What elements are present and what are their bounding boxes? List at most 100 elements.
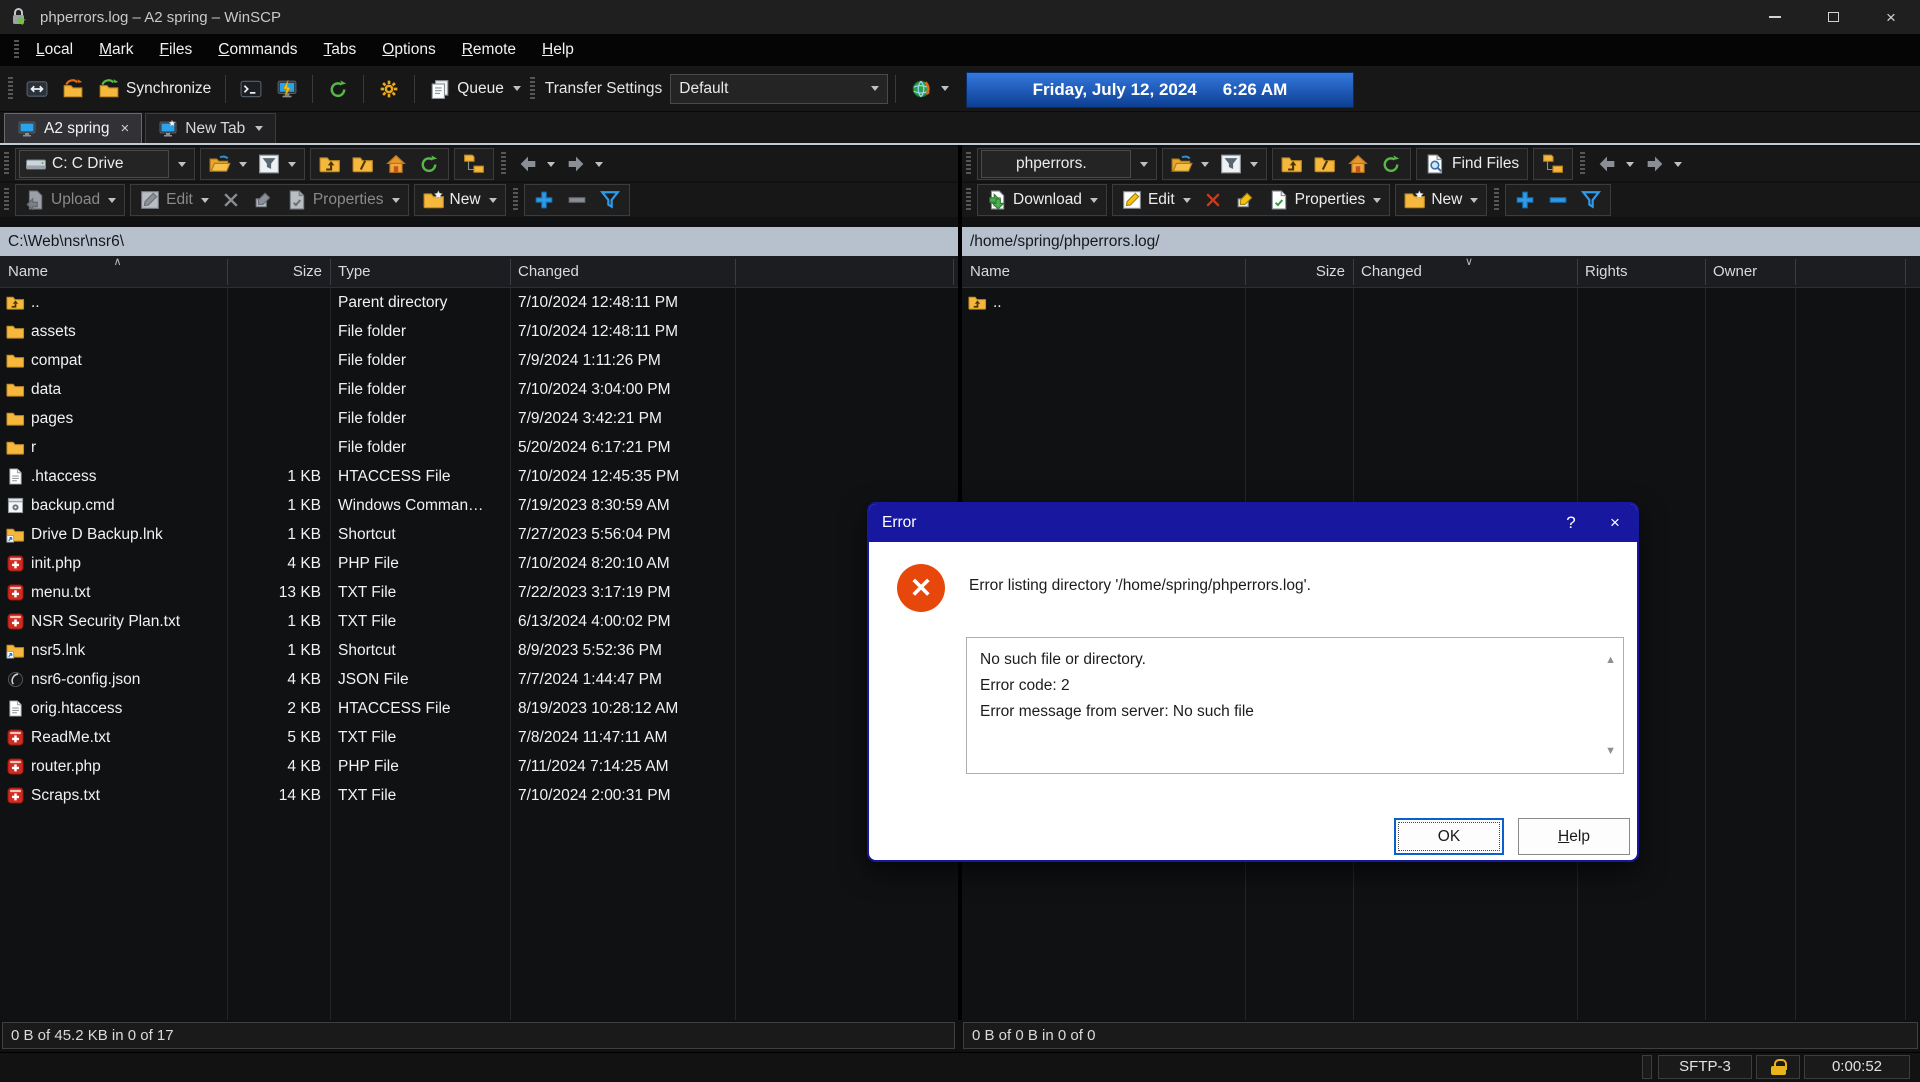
transfer-mode-button[interactable] bbox=[903, 73, 956, 105]
preferences-button[interactable] bbox=[371, 73, 407, 105]
toolbar-grip[interactable] bbox=[1494, 188, 1499, 212]
menu-item-options[interactable]: Options bbox=[369, 34, 448, 66]
table-row[interactable]: ..Parent directory7/10/2024 12:48:11 PM bbox=[0, 288, 958, 317]
toolbar-grip[interactable] bbox=[1580, 152, 1585, 176]
delete-button[interactable] bbox=[215, 186, 247, 214]
protocol-cell[interactable]: SFTP-3 bbox=[1658, 1055, 1752, 1079]
toolbar-grip[interactable] bbox=[4, 152, 9, 176]
queue-button[interactable]: Queue bbox=[422, 73, 528, 105]
minimize-button[interactable] bbox=[1746, 0, 1804, 34]
toolbar-grip[interactable] bbox=[4, 188, 9, 212]
unselect-files-button[interactable] bbox=[561, 186, 593, 214]
table-row[interactable]: dataFile folder7/10/2024 3:04:00 PM bbox=[0, 375, 958, 404]
menu-item-remote[interactable]: Remote bbox=[449, 34, 529, 66]
scroll-up-icon[interactable]: ▲ bbox=[1605, 647, 1616, 673]
parent-directory-button[interactable] bbox=[1276, 150, 1308, 178]
root-directory-button[interactable] bbox=[347, 150, 379, 178]
tab-new-tab[interactable]: New Tab bbox=[145, 113, 276, 143]
table-row[interactable]: menu.txt13 KBTXT File7/22/2023 3:17:19 P… bbox=[0, 578, 958, 607]
filter-button[interactable] bbox=[253, 150, 301, 178]
table-row[interactable]: .htaccess1 KBHTACCESS File7/10/2024 12:4… bbox=[0, 462, 958, 491]
table-row[interactable]: router.php4 KBPHP File7/11/2024 7:14:25 … bbox=[0, 752, 958, 781]
dialog-close-button[interactable]: × bbox=[1593, 504, 1637, 542]
column-header-size[interactable]: Size bbox=[1245, 256, 1353, 288]
close-tab-icon[interactable]: × bbox=[120, 120, 129, 137]
menu-item-files[interactable]: Files bbox=[147, 34, 206, 66]
open-terminal-button[interactable] bbox=[233, 73, 269, 105]
properties-button[interactable]: Properties bbox=[281, 186, 405, 214]
remote-path-bar[interactable]: /home/spring/phperrors.log/ bbox=[962, 227, 1920, 256]
root-directory-button[interactable] bbox=[1309, 150, 1341, 178]
forward-button[interactable] bbox=[560, 150, 608, 178]
toolbar-grip[interactable] bbox=[501, 152, 506, 176]
table-row[interactable]: orig.htaccess2 KBHTACCESS File8/19/2023 … bbox=[0, 694, 958, 723]
table-row[interactable]: Drive D Backup.lnk1 KBShortcut7/27/2023 … bbox=[0, 520, 958, 549]
table-row[interactable]: nsr5.lnk1 KBShortcut8/9/2023 5:52:36 PM bbox=[0, 636, 958, 665]
toolbar-grip[interactable] bbox=[8, 77, 13, 101]
column-header-changed[interactable]: Changed bbox=[510, 256, 735, 288]
table-row[interactable]: compatFile folder7/9/2024 1:11:26 PM bbox=[0, 346, 958, 375]
remote-directory-selector[interactable]: phperrors. bbox=[981, 150, 1131, 178]
table-row[interactable]: nsr6-config.json4 KBJSON File7/7/2024 1:… bbox=[0, 665, 958, 694]
maximize-button[interactable] bbox=[1804, 0, 1862, 34]
local-column-headers[interactable]: Name∧SizeTypeChanged bbox=[0, 256, 958, 288]
home-directory-button[interactable] bbox=[1342, 150, 1374, 178]
menu-grip[interactable] bbox=[14, 40, 19, 60]
toolbar-grip[interactable] bbox=[513, 188, 518, 212]
unselect-files-button[interactable] bbox=[1542, 186, 1574, 214]
table-row[interactable]: backup.cmd1 KBWindows Comman…7/19/2023 8… bbox=[0, 491, 958, 520]
toolbar-grip[interactable] bbox=[966, 188, 971, 212]
remote-directory-dropdown[interactable] bbox=[1132, 150, 1153, 178]
upload-button[interactable]: Upload bbox=[19, 186, 121, 214]
menu-item-mark[interactable]: Mark bbox=[86, 34, 146, 66]
swap-panels-button[interactable] bbox=[19, 73, 55, 105]
toolbar-grip2[interactable] bbox=[530, 77, 535, 101]
back-button[interactable] bbox=[1591, 150, 1639, 178]
selection-filter-button[interactable] bbox=[594, 186, 626, 214]
console-commands-button[interactable] bbox=[269, 73, 305, 105]
properties-button[interactable]: Properties bbox=[1263, 186, 1387, 214]
directory-tree-button[interactable] bbox=[458, 150, 490, 178]
menu-item-help[interactable]: Help bbox=[529, 34, 587, 66]
refresh-panel-button[interactable] bbox=[413, 150, 445, 178]
column-header-owner[interactable]: Owner bbox=[1705, 256, 1795, 288]
help-button[interactable]: Help bbox=[1518, 818, 1630, 855]
new-button[interactable]: New bbox=[418, 186, 502, 214]
open-directory-button[interactable] bbox=[204, 150, 252, 178]
remote-column-headers[interactable]: NameSizeChanged∨RightsOwner bbox=[962, 256, 1920, 288]
refresh-panel-button[interactable] bbox=[1375, 150, 1407, 178]
table-row[interactable]: ReadMe.txt5 KBTXT File7/8/2024 11:47:11 … bbox=[0, 723, 958, 752]
select-files-button[interactable] bbox=[528, 186, 560, 214]
open-directory-button[interactable] bbox=[1166, 150, 1214, 178]
table-row[interactable]: assetsFile folder7/10/2024 12:48:11 PM bbox=[0, 317, 958, 346]
rename-button[interactable] bbox=[248, 186, 280, 214]
forward-button[interactable] bbox=[1639, 150, 1687, 178]
column-header-rights[interactable]: Rights bbox=[1577, 256, 1705, 288]
delete-button[interactable] bbox=[1197, 186, 1229, 214]
column-header-size[interactable]: Size bbox=[227, 256, 330, 288]
local-path-bar[interactable]: C:\Web\nsr\nsr6\ bbox=[0, 227, 958, 256]
column-header-type[interactable]: Type bbox=[330, 256, 510, 288]
table-row[interactable]: .. bbox=[962, 288, 1920, 317]
table-row[interactable]: NSR Security Plan.txt1 KBTXT File6/13/20… bbox=[0, 607, 958, 636]
column-header-name[interactable]: Name bbox=[962, 256, 1245, 288]
toolbar-grip[interactable] bbox=[966, 152, 971, 176]
dialog-help-button[interactable]: ? bbox=[1549, 504, 1593, 542]
selection-filter-button[interactable] bbox=[1575, 186, 1607, 214]
home-directory-button[interactable] bbox=[380, 150, 412, 178]
dialog-detail-box[interactable]: No such file or directory. Error code: 2… bbox=[966, 637, 1624, 774]
table-row[interactable]: Scraps.txt14 KBTXT File7/10/2024 2:00:31… bbox=[0, 781, 958, 810]
synchronize-button[interactable]: Synchronize bbox=[91, 73, 218, 105]
tab-a2-spring[interactable]: A2 spring × bbox=[4, 113, 142, 143]
menu-item-local[interactable]: Local bbox=[23, 34, 86, 66]
filter-button[interactable] bbox=[1215, 150, 1263, 178]
ok-button[interactable]: OK bbox=[1394, 818, 1504, 855]
new-button[interactable]: New bbox=[1399, 186, 1483, 214]
directory-tree-button[interactable] bbox=[1537, 150, 1569, 178]
close-button[interactable]: × bbox=[1862, 0, 1920, 34]
sync-browsing-button[interactable] bbox=[55, 73, 91, 105]
menu-item-tabs[interactable]: Tabs bbox=[311, 34, 370, 66]
rename-button[interactable] bbox=[1230, 186, 1262, 214]
scroll-down-icon[interactable]: ▼ bbox=[1605, 738, 1616, 764]
find-files-button[interactable]: Find Files bbox=[1420, 150, 1524, 178]
